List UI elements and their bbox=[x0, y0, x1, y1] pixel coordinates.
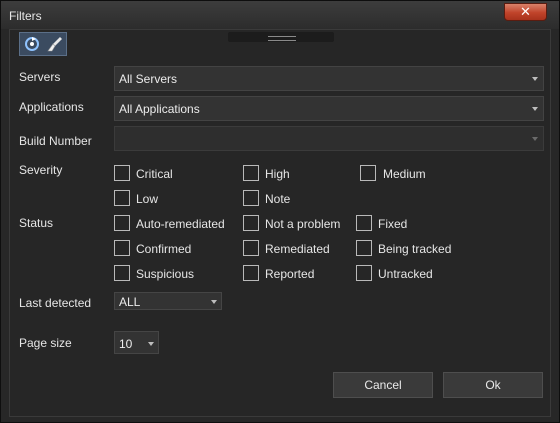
applications-dropdown[interactable]: All Applications bbox=[114, 96, 544, 121]
status-confirmed-checkbox[interactable] bbox=[114, 240, 130, 256]
title-bar[interactable]: Filters ✕ bbox=[1, 1, 559, 29]
status-not-a-problem-checkbox[interactable] bbox=[243, 215, 259, 231]
servers-dropdown[interactable]: All Servers bbox=[114, 66, 544, 91]
status-fixed-label: Fixed bbox=[378, 217, 408, 231]
status-auto-remediated-checkbox[interactable] bbox=[114, 215, 130, 231]
filters-dialog: Filters ✕ Servers All Servers Applicatio… bbox=[0, 0, 560, 423]
chevron-down-icon bbox=[532, 137, 538, 141]
severity-high-label: High bbox=[265, 167, 290, 181]
severity-note-checkbox[interactable] bbox=[243, 190, 259, 206]
status-remediated-checkbox[interactable] bbox=[243, 240, 259, 256]
refresh-icon bbox=[24, 37, 39, 51]
close-icon: ✕ bbox=[520, 4, 531, 20]
panel-grip[interactable] bbox=[228, 32, 334, 42]
severity-critical-label: Critical bbox=[136, 167, 173, 181]
page-size-dropdown[interactable]: 10 bbox=[114, 331, 159, 354]
chevron-down-icon bbox=[532, 107, 538, 111]
severity-medium-label: Medium bbox=[383, 167, 426, 181]
last-detected-dropdown[interactable]: ALL bbox=[114, 292, 222, 310]
applications-label: Applications bbox=[19, 100, 84, 114]
cancel-button[interactable]: Cancel bbox=[333, 372, 433, 398]
status-being-tracked-checkbox[interactable] bbox=[356, 240, 372, 256]
applications-value: All Applications bbox=[119, 102, 200, 116]
status-suspicious-checkbox[interactable] bbox=[114, 265, 130, 281]
severity-label: Severity bbox=[19, 163, 63, 177]
status-suspicious-label: Suspicious bbox=[136, 267, 195, 281]
cancel-button-label: Cancel bbox=[364, 378, 402, 392]
status-untracked-checkbox[interactable] bbox=[356, 265, 372, 281]
severity-note-label: Note bbox=[265, 192, 291, 206]
servers-value: All Servers bbox=[119, 72, 178, 86]
last-detected-value: ALL bbox=[119, 295, 141, 309]
chevron-down-icon bbox=[148, 342, 154, 346]
ok-button-label: Ok bbox=[485, 378, 501, 392]
status-auto-remediated-label: Auto-remediated bbox=[136, 217, 225, 231]
page-size-value: 10 bbox=[119, 337, 133, 351]
refresh-button[interactable] bbox=[21, 34, 42, 54]
window-title: Filters bbox=[9, 9, 42, 23]
status-reported-label: Reported bbox=[265, 267, 315, 281]
brush-icon bbox=[46, 37, 62, 52]
clear-button[interactable] bbox=[44, 34, 65, 54]
last-detected-label: Last detected bbox=[19, 296, 92, 310]
chevron-down-icon bbox=[532, 77, 538, 81]
status-remediated-label: Remediated bbox=[265, 242, 330, 256]
servers-label: Servers bbox=[19, 70, 61, 84]
toolbar bbox=[19, 32, 67, 56]
chevron-down-icon bbox=[211, 300, 217, 304]
severity-critical-checkbox[interactable] bbox=[114, 165, 130, 181]
status-being-tracked-label: Being tracked bbox=[378, 242, 452, 256]
build-number-dropdown[interactable] bbox=[114, 126, 544, 151]
close-button[interactable]: ✕ bbox=[504, 3, 547, 21]
severity-low-label: Low bbox=[136, 192, 159, 206]
severity-medium-checkbox[interactable] bbox=[360, 165, 376, 181]
status-untracked-label: Untracked bbox=[378, 267, 433, 281]
severity-low-checkbox[interactable] bbox=[114, 190, 130, 206]
status-fixed-checkbox[interactable] bbox=[356, 215, 372, 231]
status-not-a-problem-label: Not a problem bbox=[265, 217, 341, 231]
status-reported-checkbox[interactable] bbox=[243, 265, 259, 281]
severity-high-checkbox[interactable] bbox=[243, 165, 259, 181]
status-confirmed-label: Confirmed bbox=[136, 242, 192, 256]
ok-button[interactable]: Ok bbox=[443, 372, 543, 398]
page-size-label: Page size bbox=[19, 336, 72, 350]
build-number-label: Build Number bbox=[19, 134, 92, 148]
status-label: Status bbox=[19, 216, 54, 230]
